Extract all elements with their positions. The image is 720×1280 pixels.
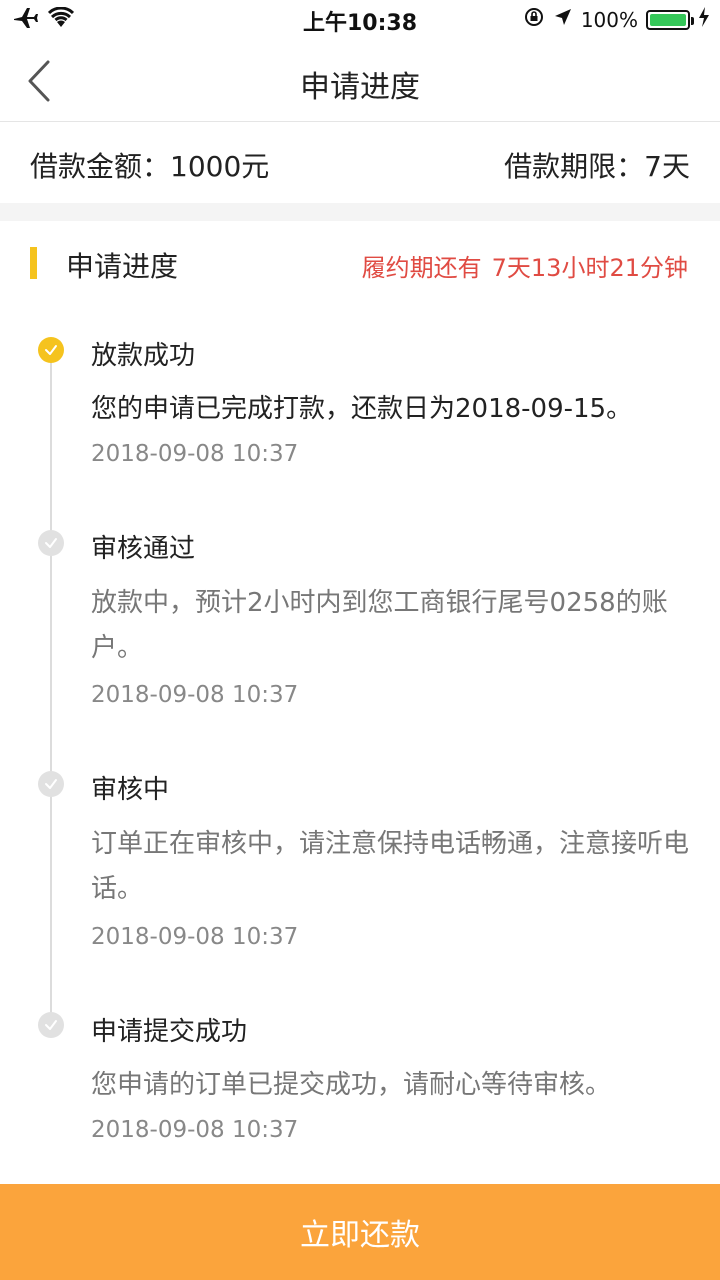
check-circle-icon [38, 771, 64, 797]
battery-icon [646, 9, 694, 30]
loan-term: 借款期限：7天 [504, 145, 690, 185]
check-circle-icon [38, 337, 64, 363]
progress-section-header: 申请进度 履约期还有 7天13小时21分钟 [0, 221, 720, 309]
battery-fill [650, 13, 686, 26]
nav-bar: 申请进度 [0, 40, 720, 122]
location-arrow-icon [553, 7, 573, 32]
loan-info: 借款金额：1000元 借款期限：7天 [0, 123, 720, 203]
timeline-item-time: 2018-09-08 10:37 [91, 924, 299, 950]
timeline-item-time: 2018-09-08 10:37 [91, 441, 299, 467]
timeline-item-title: 放款成功 [91, 341, 196, 371]
page-title: 申请进度 [300, 70, 420, 105]
loan-amount-label: 借款金额： [30, 150, 171, 183]
progress-timeline: 放款成功 您的申请已完成打款，还款日为2018-09-15。 2018-09-0… [0, 309, 720, 1184]
countdown-label: 履约期还有 [361, 254, 482, 282]
timeline-line [50, 349, 52, 1025]
check-circle-icon [38, 530, 64, 556]
timeline-item-time: 2018-09-08 10:37 [91, 1117, 299, 1143]
loan-term-label: 借款期限： [504, 150, 645, 183]
timeline-item-desc: 放款中，预计2小时内到您工商银行尾号0258的账户。 [91, 588, 668, 663]
charging-icon [698, 7, 710, 32]
section-divider [0, 203, 720, 221]
rotation-lock-icon [523, 6, 545, 33]
timeline-item-title: 审核通过 [91, 534, 196, 564]
timeline-item-desc: 订单正在审核中，请注意保持电话畅通，注意接听电话。 [91, 829, 690, 904]
section-title: 申请进度 [66, 250, 179, 283]
timeline-item-title: 审核中 [91, 775, 170, 805]
timeline-item-title: 申请提交成功 [91, 1017, 248, 1047]
battery-percent: 100% [580, 7, 638, 32]
check-circle-icon [38, 1012, 64, 1038]
timeline-item-desc: 您的申请已完成打款，还款日为2018-09-15。 [91, 394, 633, 424]
loan-amount: 借款金额：1000元 [30, 145, 269, 185]
timeline-item-desc: 您申请的订单已提交成功，请耐心等待审核。 [91, 1070, 612, 1100]
status-bar: 上午10:38 100% [0, 0, 720, 40]
accent-bar [30, 247, 37, 279]
loan-term-value: 7天 [644, 150, 690, 183]
repay-now-button[interactable]: 立即还款 [0, 1184, 720, 1280]
countdown-value: 7天13小时21分钟 [491, 254, 688, 282]
timeline-item-time: 2018-09-08 10:37 [91, 682, 299, 708]
fulfillment-countdown: 履约期还有 7天13小时21分钟 [362, 248, 688, 283]
loan-amount-value: 1000元 [170, 150, 270, 183]
